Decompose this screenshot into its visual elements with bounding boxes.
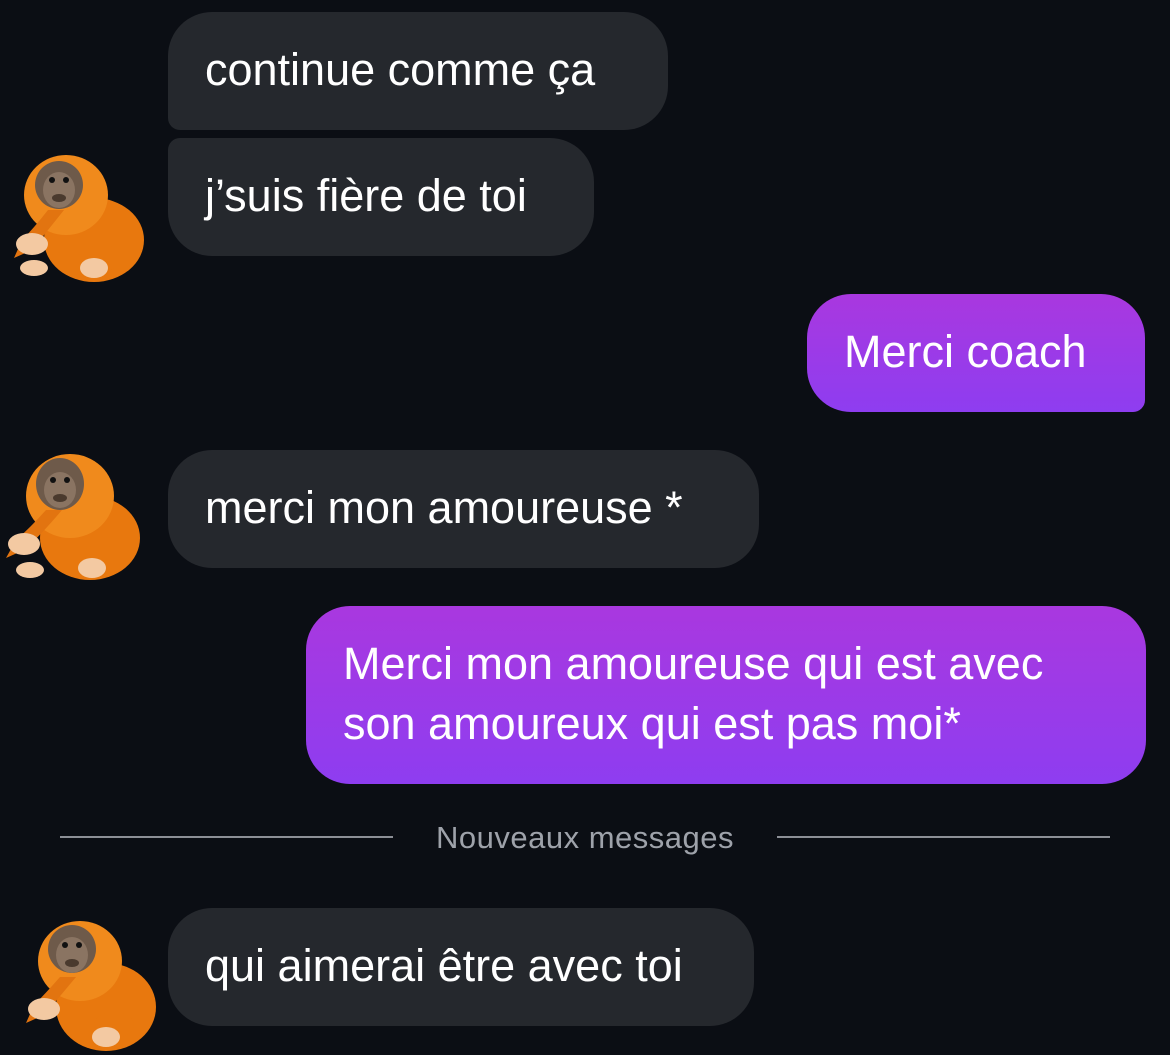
message-text-line: Merci mon amoureuse qui est avec xyxy=(343,638,1044,689)
coach-avatar[interactable] xyxy=(0,438,150,588)
new-messages-label: Nouveaux messages xyxy=(436,820,734,855)
message-text: continue comme ça xyxy=(205,44,596,95)
message-bubble-received[interactable]: continue comme ça xyxy=(168,12,668,130)
message-bubble-received[interactable]: qui aimerai être avec toi xyxy=(168,908,754,1026)
message-bubble-received[interactable]: j’suis fière de toi xyxy=(168,138,594,256)
message-text: merci mon amoureuse * xyxy=(205,482,683,533)
message-bubble-sent[interactable]: Merci mon amoureuse qui est avec son amo… xyxy=(306,606,1146,784)
orangutan-avatar-icon xyxy=(6,454,140,580)
divider-line-right xyxy=(777,836,1110,838)
message-text: j’suis fière de toi xyxy=(205,170,527,221)
coach-avatar[interactable] xyxy=(4,140,154,290)
message-text: qui aimerai être avec toi xyxy=(205,940,683,991)
message-text-line: son amoureux qui est pas moi* xyxy=(343,698,961,749)
orangutan-avatar-icon xyxy=(14,155,144,282)
message-bubble-sent[interactable]: Merci coach xyxy=(807,294,1145,412)
new-messages-divider: Nouveaux messages xyxy=(60,816,1110,860)
coach-avatar[interactable] xyxy=(14,905,164,1055)
orangutan-avatar-icon xyxy=(26,921,156,1051)
message-bubble-received[interactable]: merci mon amoureuse * xyxy=(168,450,759,568)
message-text: Merci coach xyxy=(844,326,1087,377)
